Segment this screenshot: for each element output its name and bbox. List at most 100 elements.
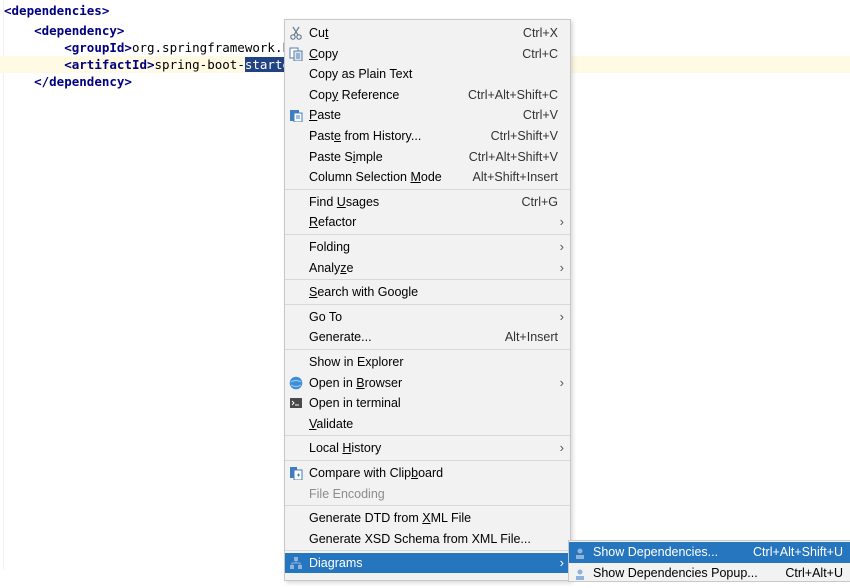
xml-tag: <artifactId> bbox=[64, 57, 155, 72]
xml-tag: <dependencies> bbox=[4, 3, 110, 18]
menu-item-cut[interactable]: Cut Ctrl+X bbox=[285, 23, 570, 43]
menu-item-generate-xsd-schema-from-xml-file[interactable]: Generate XSD Schema from XML File... bbox=[285, 529, 570, 549]
menu-item-shortcut: Ctrl+V bbox=[522, 108, 558, 123]
menu-item-label: Generate XSD Schema from XML File... bbox=[309, 531, 531, 546]
chevron-right-icon: › bbox=[559, 259, 564, 275]
menu-item-label: Paste from History... bbox=[309, 129, 422, 143]
xml-text: org.springframework.b bbox=[131, 40, 290, 55]
submenu-item-show-dependencies[interactable]: Show Dependencies... Ctrl+Alt+Shift+U bbox=[569, 542, 850, 563]
menu-item-shortcut: Ctrl+X bbox=[522, 26, 558, 40]
menu-separator bbox=[285, 460, 570, 461]
chevron-right-icon: › bbox=[559, 555, 564, 571]
globe-icon bbox=[289, 376, 303, 390]
diagram-icon bbox=[289, 556, 303, 570]
menu-item-label: Paste Simple bbox=[309, 149, 383, 164]
menu-item-diagrams[interactable]: Diagrams › bbox=[285, 553, 570, 574]
menu-item-label: Validate bbox=[309, 416, 354, 431]
submenu-item-shortcut: Ctrl+Alt+Shift+U bbox=[753, 545, 843, 559]
menu-separator bbox=[285, 234, 570, 235]
menu-separator bbox=[285, 550, 570, 552]
copy-icon bbox=[289, 47, 303, 62]
menu-item-validate[interactable]: Validate bbox=[285, 414, 570, 434]
menu-item-compare-with-clipboard[interactable]: Compare with Clipboard bbox=[285, 463, 570, 483]
menu-item-label: Refactor bbox=[309, 215, 357, 230]
chevron-right-icon: › bbox=[559, 308, 564, 324]
menu-item-generate[interactable]: Generate... Alt+Insert bbox=[285, 327, 570, 347]
code-line[interactable]: <dependency> bbox=[4, 22, 124, 39]
menu-item-label: Compare with Clipboard bbox=[309, 466, 444, 480]
menu-item-label: Generate... bbox=[309, 330, 372, 345]
xml-tag: <dependency> bbox=[34, 23, 125, 38]
menu-item-label: Go To bbox=[309, 309, 343, 324]
xml-tag: <groupId> bbox=[64, 40, 132, 55]
menu-item-shortcut: Ctrl+G bbox=[521, 194, 558, 209]
menu-item-analyze[interactable]: Analyze › bbox=[285, 258, 570, 278]
diagrams-submenu: Show Dependencies... Ctrl+Alt+Shift+U Show… bbox=[568, 540, 850, 582]
menu-separator bbox=[285, 303, 570, 305]
code-line[interactable]: <artifactId>spring-boot-starte bbox=[4, 56, 290, 73]
code-line[interactable]: </dependency> bbox=[4, 73, 132, 90]
menu-item-label: Search with Google bbox=[309, 285, 419, 300]
menu-item-shortcut: Ctrl+Alt+Shift+V bbox=[468, 149, 558, 164]
menu-item-shortcut: Ctrl+Alt+Shift+C bbox=[468, 87, 558, 102]
compare-icon bbox=[289, 466, 303, 481]
menu-item-label: Show in Explorer bbox=[309, 355, 404, 369]
menu-separator bbox=[285, 435, 570, 437]
menu-item-label: Local History bbox=[309, 441, 382, 456]
menu-item-local-history[interactable]: Local History › bbox=[285, 438, 570, 458]
menu-item-label: Copy bbox=[309, 46, 339, 61]
menu-item-show-in-explorer[interactable]: Show in Explorer bbox=[285, 352, 570, 372]
menu-item-open-in-terminal[interactable]: Open in terminal bbox=[285, 393, 570, 413]
menu-item-find-usages[interactable]: Find Usages Ctrl+G bbox=[285, 192, 570, 212]
menu-item-folding[interactable]: Folding › bbox=[285, 237, 570, 257]
menu-item-file-encoding: File Encoding bbox=[285, 484, 570, 504]
menu-separator bbox=[285, 188, 570, 190]
menu-item-label: Open in Browser bbox=[309, 375, 403, 390]
chevron-right-icon: › bbox=[559, 374, 564, 390]
xml-tag: </dependency> bbox=[34, 74, 132, 89]
submenu-item-show-dependencies-popup[interactable]: Show Dependencies Popup... Ctrl+Alt+U bbox=[569, 563, 850, 584]
context-menu: Cut Ctrl+X Copy Ctrl+C Copy as Plain Text Cop… bbox=[284, 19, 571, 581]
menu-separator bbox=[285, 505, 570, 507]
menu-item-label: Copy as Plain Text bbox=[309, 67, 413, 82]
submenu-item-shortcut: Ctrl+Alt+U bbox=[785, 566, 843, 580]
menu-item-label: Folding bbox=[309, 240, 350, 254]
code-line[interactable]: <dependencies> bbox=[4, 2, 109, 19]
menu-separator bbox=[285, 349, 570, 350]
menu-item-label: Open in terminal bbox=[309, 396, 401, 411]
menu-item-shortcut: Alt+Shift+Insert bbox=[472, 170, 558, 185]
terminal-icon bbox=[289, 396, 303, 410]
menu-item-label: Diagrams bbox=[309, 556, 363, 571]
chevron-right-icon: › bbox=[559, 440, 564, 456]
menu-item-paste-from-history[interactable]: Paste from History... Ctrl+Shift+V bbox=[285, 126, 570, 146]
menu-item-label: Analyze bbox=[309, 260, 354, 275]
menu-separator bbox=[285, 279, 570, 281]
menu-item-copy-as-plain-text[interactable]: Copy as Plain Text bbox=[285, 64, 570, 84]
menu-item-paste[interactable]: Paste Ctrl+V bbox=[285, 105, 570, 125]
menu-item-copy[interactable]: Copy Ctrl+C bbox=[285, 44, 570, 64]
dependency-icon bbox=[574, 546, 586, 559]
menu-item-open-in-browser[interactable]: Open in Browser › bbox=[285, 373, 570, 393]
xml-text: spring-boot- bbox=[154, 57, 245, 72]
menu-item-label: Column Selection Mode bbox=[309, 170, 442, 185]
code-line[interactable]: <groupId>org.springframework.b bbox=[4, 39, 290, 56]
menu-item-label: Paste bbox=[309, 108, 341, 123]
menu-item-label: Copy Reference bbox=[309, 87, 400, 102]
menu-item-label: Find Usages bbox=[309, 194, 380, 209]
menu-item-generate-dtd-from-xml-file[interactable]: Generate DTD from XML File bbox=[285, 508, 570, 528]
scissors-icon bbox=[289, 26, 303, 40]
menu-item-paste-simple[interactable]: Paste Simple Ctrl+Alt+Shift+V bbox=[285, 147, 570, 167]
menu-item-search-with-google[interactable]: Search with Google bbox=[285, 282, 570, 302]
menu-item-copy-reference[interactable]: Copy Reference Ctrl+Alt+Shift+C bbox=[285, 85, 570, 105]
menu-item-go-to[interactable]: Go To › bbox=[285, 307, 570, 327]
submenu-item-label: Show Dependencies Popup... bbox=[593, 566, 758, 580]
menu-item-shortcut: Ctrl+C bbox=[522, 46, 558, 61]
menu-item-shortcut: Ctrl+Shift+V bbox=[490, 129, 558, 143]
menu-item-refactor[interactable]: Refactor › bbox=[285, 212, 570, 232]
menu-item-column-selection-mode[interactable]: Column Selection Mode Alt+Shift+Insert bbox=[285, 167, 570, 187]
chevron-right-icon: › bbox=[559, 214, 564, 230]
